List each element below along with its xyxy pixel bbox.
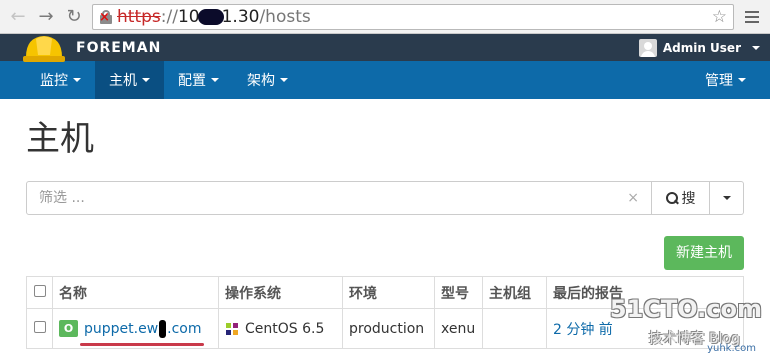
- os-name: CentOS 6.5: [245, 320, 325, 337]
- url-scheme: https: [117, 6, 161, 27]
- row-select-cell: [26, 308, 53, 349]
- forward-arrow-icon[interactable]: →: [36, 6, 56, 27]
- nav-item-admin[interactable]: 管理: [691, 61, 770, 99]
- column-header-name[interactable]: 名称: [52, 276, 219, 309]
- centos-icon: [226, 322, 238, 335]
- row-checkbox[interactable]: [33, 320, 46, 333]
- annotation-underline: [80, 342, 204, 346]
- nav-item-label: 管理: [705, 73, 733, 89]
- column-header-hostgroup[interactable]: 主机组: [482, 276, 547, 309]
- column-header-os[interactable]: 操作系统: [218, 276, 343, 309]
- chevron-down-icon: [280, 78, 288, 82]
- redaction-mark: [197, 8, 224, 25]
- chevron-down-icon: [142, 78, 150, 82]
- last-report-cell: 2 分钟 前: [546, 308, 744, 349]
- select-all-cell: [26, 276, 53, 309]
- user-menu[interactable]: Admin User: [638, 38, 760, 57]
- nav-item-label: 配置: [178, 73, 206, 89]
- host-name-cell: Opuppet.ew .com: [52, 308, 219, 349]
- address-bar[interactable]: × https://10 1.30/hosts ☆: [92, 3, 734, 30]
- url-path: /hosts: [259, 6, 311, 27]
- column-header-environment[interactable]: 环境: [342, 276, 435, 309]
- column-header-last-report[interactable]: 最后的报告: [546, 276, 744, 309]
- page-title: 主机: [26, 119, 94, 159]
- search-bookmarks-dropdown[interactable]: [710, 181, 744, 215]
- chevron-down-icon: [722, 196, 731, 200]
- avatar: [638, 38, 657, 57]
- search-bar: × 搜: [26, 181, 744, 215]
- search-button[interactable]: 搜: [652, 181, 710, 215]
- host-link[interactable]: puppet.ew .com: [80, 319, 204, 346]
- host-name-start: puppet.ew: [84, 320, 159, 337]
- nav-item-label: 监控: [40, 73, 68, 89]
- hardhat-logo-icon[interactable]: [22, 31, 66, 67]
- url-host-start: 10: [177, 6, 200, 27]
- status-badge: O: [59, 320, 78, 337]
- last-report-link[interactable]: 2 分钟 前: [553, 322, 613, 338]
- url-separator: ://: [160, 6, 178, 27]
- nav-item-infrastructure[interactable]: 架构: [233, 61, 302, 99]
- os-cell: CentOS 6.5: [218, 308, 343, 349]
- hostgroup-cell: [482, 308, 547, 349]
- nav-item-label: 架构: [247, 73, 275, 89]
- new-host-button[interactable]: 新建主机: [664, 236, 744, 270]
- insecure-lock-icon: ×: [99, 9, 113, 24]
- table-row: Opuppet.ew .com CentOS 6.5 production xen…: [26, 308, 744, 349]
- environment-cell: production: [342, 308, 435, 349]
- star-icon[interactable]: ☆: [712, 7, 727, 27]
- select-all-checkbox[interactable]: [33, 284, 46, 297]
- chevron-down-icon: [211, 78, 219, 82]
- back-arrow-icon[interactable]: ←: [8, 6, 28, 27]
- column-header-model[interactable]: 型号: [434, 276, 483, 309]
- table-header-row: 名称 操作系统 环境 型号 主机组 最后的报告: [26, 276, 744, 309]
- top-bar: FOREMAN Admin User: [0, 34, 770, 62]
- search-icon: [665, 192, 678, 204]
- model-cell: xenu: [434, 308, 483, 349]
- brand-name[interactable]: FOREMAN: [76, 40, 161, 56]
- chevron-down-icon: [73, 78, 81, 82]
- browser-toolbar: ← → ↻ × https://10 1.30/hosts ☆: [0, 0, 770, 34]
- nav-item-label: 主机: [109, 73, 137, 89]
- nav-item-configure[interactable]: 配置: [164, 61, 233, 99]
- chevron-down-icon: [752, 45, 760, 50]
- search-input[interactable]: [39, 190, 622, 206]
- chevron-down-icon: [738, 78, 746, 82]
- user-name: Admin User: [662, 40, 741, 55]
- action-bar: 新建主机: [26, 236, 744, 270]
- main-nav: 监控 主机 配置 架构 管理: [0, 61, 770, 99]
- search-field[interactable]: ×: [26, 181, 652, 215]
- hosts-table: 名称 操作系统 环境 型号 主机组 最后的报告 Opuppet.ew .com: [26, 276, 744, 349]
- reload-icon[interactable]: ↻: [64, 6, 84, 27]
- host-name-end: .com: [167, 320, 202, 337]
- redaction-mark: [159, 319, 167, 338]
- url-host-end: 1.30: [221, 6, 260, 27]
- hamburger-menu-icon[interactable]: [742, 10, 762, 23]
- nav-item-hosts[interactable]: 主机: [95, 61, 164, 99]
- main-content: 主机 × 搜 新建主机 名称 操作系统 环境 型号 主机组 最后的报告: [0, 117, 770, 349]
- search-button-label: 搜: [681, 191, 696, 207]
- clear-icon[interactable]: ×: [627, 190, 639, 206]
